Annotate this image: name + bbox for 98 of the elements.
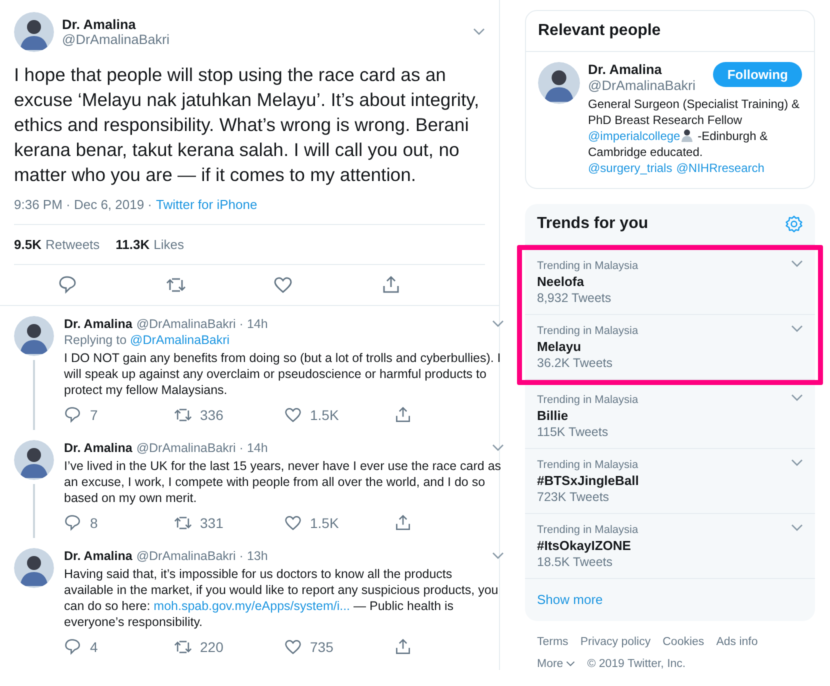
chevron-icon[interactable] [791,459,803,467]
author-handle: @DrAmalinaBakri · 14h [136,316,268,332]
link[interactable]: moh.spab.gov.my/eApps/system/i... [154,599,350,613]
author-name: Dr. Amalina [62,17,137,32]
trend-count: 115K Tweets [537,425,610,439]
reply-text: Having said that, it’s impossible for us doctors to know all the products available in the market, if you would like to report any suspicious products, you can do so here: moh.spab.gov.my/eApps/system/i... — Public health is everyone’s responsibility. [64,566,500,630]
trend-topic: Neelofa [537,274,585,289]
avatar-icon [14,548,54,588]
trend-topic: #BTSxJingleBall [537,473,640,488]
heart-icon[interactable] [284,514,302,532]
show-more-link[interactable]: Show more [525,579,815,621]
share-icon[interactable] [381,275,402,295]
mention-link[interactable]: @DrAmalinaBakri [130,333,230,347]
trend-count: 36.2K Tweets [537,356,614,370]
chevron-icon[interactable] [492,552,504,560]
reply-count: 7 [90,407,98,423]
tweet-timestamp: 9:36 PM · Dec 6, 2019 · [14,197,152,212]
trend-context: Trending in Malaysia [537,524,640,536]
retweet-icon[interactable] [174,514,192,532]
trend-count: 18.5K Tweets [537,555,614,569]
trend-context: Trending in Malaysia [537,459,640,471]
chevron-icon[interactable] [473,28,485,36]
author-handle: @DrAmalinaBakri · 14h [136,440,268,456]
like-count: 11.3K [116,237,150,252]
heart-icon[interactable] [284,406,302,424]
trend-count: 8,932 Tweets [537,291,612,305]
chevron-icon[interactable] [492,444,504,452]
trend-context: Trending in Malaysia [537,325,640,337]
trend-item[interactable]: Trending in Malaysia #ItsOkayIZONE 18.5K Tweets [525,514,815,579]
trend-count: 723K Tweets [537,490,610,504]
copyright: © 2019 Twitter, Inc. [587,658,686,670]
chevron-icon[interactable] [492,320,504,328]
author-name: Dr. Amalina [64,316,132,332]
author-handle: @DrAmalinaBakri [62,32,170,47]
footer-link[interactable]: Privacy policy [580,636,651,648]
reply-count: 4 [90,639,98,655]
source-link[interactable]: Twitter for iPhone [156,197,258,212]
retweet-count: 331 [200,515,224,531]
trend-item[interactable]: Trending in Malaysia Billie 115K Tweets [525,384,815,449]
link[interactable]: @NIHRresearch [676,161,764,175]
chevron-icon[interactable] [791,260,803,268]
author-name: Dr. Amalina [64,548,132,564]
settings-icon[interactable] [785,215,803,233]
person-handle: @DrAmalinaBakri [588,78,696,94]
chevron-icon[interactable] [791,325,803,333]
trend-item[interactable]: Trending in Malaysia Melayu 36.2K Tweets [525,315,815,380]
chevron-icon [566,661,576,667]
retweet-count: 336 [200,407,224,423]
author-handle: @DrAmalinaBakri · 13h [136,548,268,564]
trend-item[interactable]: Trending in Malaysia #BTSxJingleBall 723K Tweets [525,449,815,514]
share-icon[interactable] [394,406,412,424]
chevron-icon[interactable] [791,394,803,402]
retweet-icon[interactable] [174,406,192,424]
footer-link[interactable]: Ads info [716,636,758,648]
reply-icon[interactable] [58,275,78,295]
avatar-icon [538,62,580,104]
share-icon[interactable] [394,514,412,532]
card-title: Trends for you [537,215,648,233]
reply-icon[interactable] [64,406,82,424]
link[interactable]: @imperialcollege [588,129,680,143]
reply-icon[interactable] [64,638,82,656]
avatar-icon [14,12,54,52]
person-icon [680,128,694,142]
reply-icon[interactable] [64,514,82,532]
author-name: Dr. Amalina [64,440,132,456]
reply-text: I DO NOT gain any benefits from doing so (but a lot of trolls and cyberbullies). I will speak up against any overclaim or pseudoscience or harmful products to protect my fellow Malaysians. [64,350,502,398]
link[interactable]: @surgery_trials [588,161,672,175]
trend-item[interactable]: Trending in Malaysia Neelofa 8,932 Tweets [525,250,815,315]
like-count: 1.5K [310,515,339,531]
reply-count: 8 [90,515,98,531]
footer-link[interactable]: Cookies [662,636,704,648]
card-title: Relevant people [526,11,814,52]
like-label: Likes [154,237,184,252]
person-name: Dr. Amalina [588,62,663,78]
tweet-text: I hope that people will stop using the race card as an excuse ‘Melayu nak jatuhkan Melayu’. It’s about integrity, ethics and responsibility. What’s wrong is wrong. Berani kerana benar, takut kerana salah. I will call you out, no matter who you are — if it comes to my attention. [14,63,480,187]
share-icon[interactable] [394,638,412,656]
retweet-icon[interactable] [174,638,192,656]
more-menu[interactable]: More [537,658,576,670]
following-button[interactable]: Following [713,62,802,87]
avatar-icon [14,440,54,480]
trend-topic: Melayu [537,339,582,354]
retweet-label: Retweets [45,237,100,252]
footer-link[interactable]: Terms [537,636,568,648]
avatar-icon [14,316,54,356]
like-count: 735 [310,639,334,655]
person-bio: General Surgeon (Specialist Training) & PhD Breast Research Fellow @imperialcollege -Edinburgh & Cambridge educated. @surgery_trials @NIHRresearch [588,96,800,176]
heart-icon[interactable] [284,638,302,656]
trend-context: Trending in Malaysia [537,260,640,272]
chevron-icon[interactable] [791,524,803,532]
like-count: 1.5K [310,407,339,423]
trend-topic: Billie [537,408,570,423]
trend-topic: #ItsOkayIZONE [537,538,632,553]
retweet-count: 9.5K [14,237,42,252]
heart-icon[interactable] [273,275,294,295]
replying-to: Replying to @DrAmalinaBakri [64,332,231,348]
reply-text: I’ve lived in the UK for the last 15 years, never have I ever use the race card as an excuse, I work, I compete with people from all over the world, and I do so based on my own merit. [64,458,502,506]
retweet-count: 220 [200,639,224,655]
trend-context: Trending in Malaysia [537,394,640,406]
